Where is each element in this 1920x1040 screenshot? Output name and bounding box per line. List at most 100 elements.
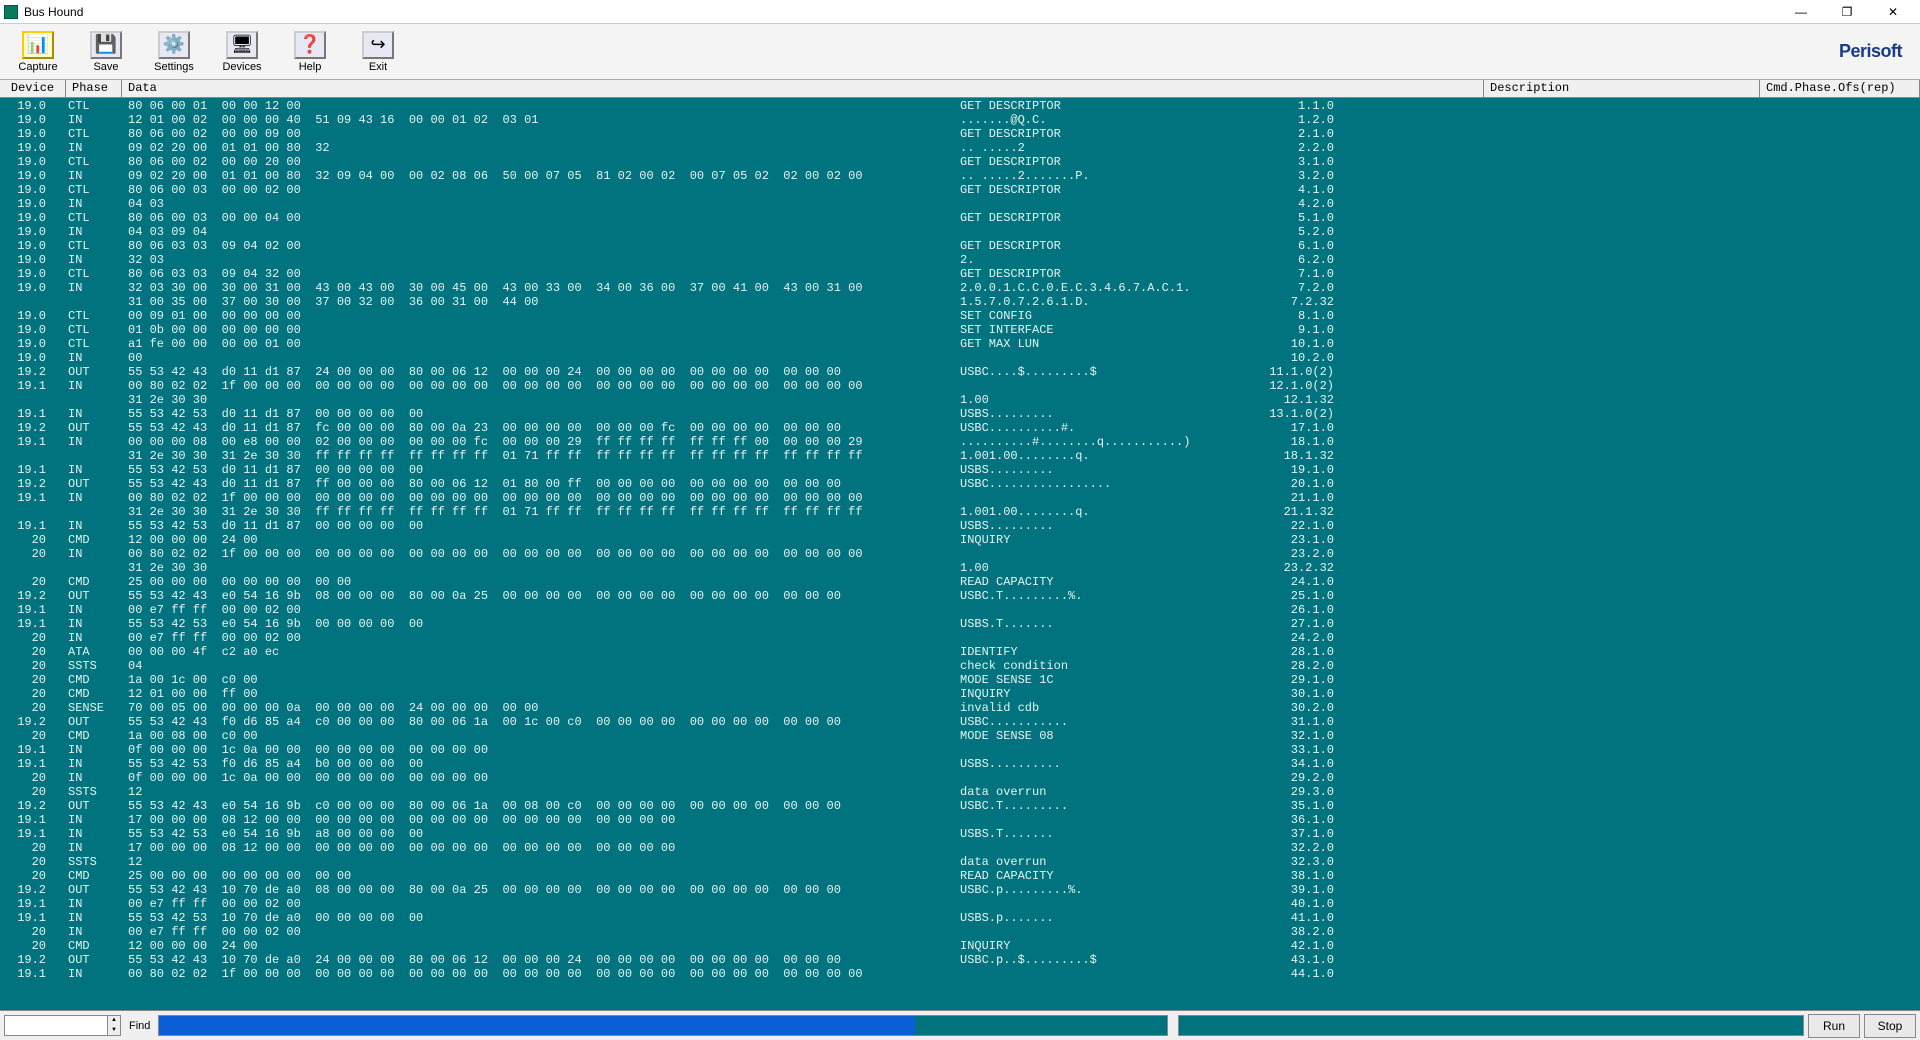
cell-phase: IN: [66, 281, 122, 295]
table-row[interactable]: 20SSTS04check condition28.2.0: [0, 659, 1920, 673]
table-row[interactable]: 19.1IN55 53 42 53 d0 11 d1 87 00 00 00 0…: [0, 407, 1920, 421]
table-row[interactable]: 19.1IN17 00 00 00 08 12 00 00 00 00 00 0…: [0, 813, 1920, 827]
minimize-button[interactable]: —: [1778, 1, 1824, 23]
chevron-down-icon[interactable]: ▼: [108, 1026, 120, 1036]
capture-grid[interactable]: 19.0CTL80 06 00 01 00 00 12 00GET DESCRI…: [0, 98, 1920, 1010]
table-row[interactable]: 19.1IN55 53 42 53 e0 54 16 9b a8 00 00 0…: [0, 827, 1920, 841]
table-row[interactable]: 20CMD25 00 00 00 00 00 00 00 00 00READ C…: [0, 575, 1920, 589]
table-row[interactable]: 19.0IN09 02 20 00 01 01 00 80 32 09 04 0…: [0, 169, 1920, 183]
table-row[interactable]: 20IN00 e7 ff ff 00 00 02 0024.2.0: [0, 631, 1920, 645]
table-row[interactable]: 19.0CTL80 06 00 02 00 00 20 00GET DESCRI…: [0, 155, 1920, 169]
capture-button[interactable]: 📊 Capture: [6, 29, 70, 75]
cell-phase: CMD: [66, 687, 122, 701]
table-row[interactable]: 31 00 35 00 37 00 30 00 37 00 32 00 36 0…: [0, 295, 1920, 309]
table-row[interactable]: 19.1IN00 80 02 02 1f 00 00 00 00 00 00 0…: [0, 967, 1920, 981]
table-row[interactable]: 19.2OUT55 53 42 43 f0 d6 85 a4 c0 00 00 …: [0, 715, 1920, 729]
table-row[interactable]: 20CMD12 00 00 00 24 00INQUIRY42.1.0: [0, 939, 1920, 953]
cell-device: 19.0: [0, 337, 66, 351]
table-row[interactable]: 19.2OUT55 53 42 43 d0 11 d1 87 fc 00 00 …: [0, 421, 1920, 435]
cell-device: 19.0: [0, 239, 66, 253]
col-device[interactable]: Device: [0, 80, 66, 97]
col-cmd-phase-ofs[interactable]: Cmd.Phase.Ofs(rep): [1760, 80, 1920, 97]
table-row[interactable]: 19.1IN55 53 42 53 d0 11 d1 87 00 00 00 0…: [0, 519, 1920, 533]
table-row[interactable]: 19.0CTL80 06 03 03 09 04 02 00GET DESCRI…: [0, 239, 1920, 253]
table-row[interactable]: 20SENSE70 00 05 00 00 00 00 0a 00 00 00 …: [0, 701, 1920, 715]
cell-phase: CMD: [66, 533, 122, 547]
col-description[interactable]: Description: [1484, 80, 1760, 97]
table-row[interactable]: 19.0CTL80 06 03 03 09 04 32 00GET DESCRI…: [0, 267, 1920, 281]
table-row[interactable]: 19.1IN00 e7 ff ff 00 00 02 0026.1.0: [0, 603, 1920, 617]
table-row[interactable]: 19.2OUT55 53 42 43 10 70 de a0 08 00 00 …: [0, 883, 1920, 897]
table-row[interactable]: 19.0IN12 01 00 02 00 00 00 40 51 09 43 1…: [0, 113, 1920, 127]
table-row[interactable]: 19.0IN32 032.6.2.0: [0, 253, 1920, 267]
table-row[interactable]: 31 2e 30 30 31 2e 30 30 ff ff ff ff ff f…: [0, 449, 1920, 463]
settings-label: Settings: [154, 61, 194, 73]
devices-button[interactable]: 🖥 Devices: [210, 29, 274, 75]
table-row[interactable]: 19.1IN00 80 02 02 1f 00 00 00 00 00 00 0…: [0, 379, 1920, 393]
table-row[interactable]: 19.0CTL00 09 01 00 00 00 00 00SET CONFIG…: [0, 309, 1920, 323]
table-row[interactable]: 20IN0f 00 00 00 1c 0a 00 00 00 00 00 00 …: [0, 771, 1920, 785]
table-row[interactable]: 31 2e 30 301.0012.1.32: [0, 393, 1920, 407]
close-button[interactable]: ✕: [1870, 1, 1916, 23]
table-row[interactable]: 19.2OUT55 53 42 43 e0 54 16 9b 08 00 00 …: [0, 589, 1920, 603]
cell-phase: OUT: [66, 799, 122, 813]
table-row[interactable]: 19.1IN55 53 42 53 f0 d6 85 a4 b0 00 00 0…: [0, 757, 1920, 771]
cell-description: [958, 491, 1234, 505]
settings-button[interactable]: ⚙️ Settings: [142, 29, 206, 75]
table-row[interactable]: 19.1IN00 00 00 08 00 e8 00 00 02 00 00 0…: [0, 435, 1920, 449]
save-button[interactable]: 💾 Save: [74, 29, 138, 75]
table-row[interactable]: 20SSTS12data overrun32.3.0: [0, 855, 1920, 869]
table-row[interactable]: 19.0IN09 02 20 00 01 01 00 80 32.. .....…: [0, 141, 1920, 155]
table-row[interactable]: 19.0CTL01 0b 00 00 00 00 00 00SET INTERF…: [0, 323, 1920, 337]
cell-cmd-phase-ofs: 18.1.0: [1234, 435, 1394, 449]
line-number-spinner[interactable]: ▲ ▼: [107, 1015, 121, 1036]
table-row[interactable]: 19.0CTL80 06 00 03 00 00 04 00GET DESCRI…: [0, 211, 1920, 225]
table-row[interactable]: 19.0CTL80 06 00 02 00 00 09 00GET DESCRI…: [0, 127, 1920, 141]
chevron-up-icon[interactable]: ▲: [108, 1016, 120, 1026]
table-row[interactable]: 19.0CTL80 06 00 01 00 00 12 00GET DESCRI…: [0, 99, 1920, 113]
table-row[interactable]: 19.0IN04 03 09 045.2.0: [0, 225, 1920, 239]
table-row[interactable]: 19.0IN0010.2.0: [0, 351, 1920, 365]
table-row[interactable]: 19.2OUT55 53 42 43 10 70 de a0 24 00 00 …: [0, 953, 1920, 967]
cell-description: USBC.p..$.........$: [958, 953, 1234, 967]
cell-phase: CTL: [66, 211, 122, 225]
col-data[interactable]: Data: [122, 80, 1484, 97]
table-row[interactable]: 19.2OUT55 53 42 43 e0 54 16 9b c0 00 00 …: [0, 799, 1920, 813]
table-row[interactable]: 19.1IN00 80 02 02 1f 00 00 00 00 00 00 0…: [0, 491, 1920, 505]
stop-button[interactable]: Stop: [1864, 1014, 1916, 1038]
table-row[interactable]: 20IN00 80 02 02 1f 00 00 00 00 00 00 00 …: [0, 547, 1920, 561]
table-row[interactable]: 19.1IN0f 00 00 00 1c 0a 00 00 00 00 00 0…: [0, 743, 1920, 757]
table-row[interactable]: 20CMD1a 00 08 00 c0 00MODE SENSE 0832.1.…: [0, 729, 1920, 743]
run-button[interactable]: Run: [1808, 1014, 1860, 1038]
table-row[interactable]: 20IN17 00 00 00 08 12 00 00 00 00 00 00 …: [0, 841, 1920, 855]
cell-device: 19.0: [0, 183, 66, 197]
table-row[interactable]: 20ATA00 00 00 4f c2 a0 ecIDENTIFY28.1.0: [0, 645, 1920, 659]
table-row[interactable]: 20CMD12 00 00 00 24 00INQUIRY23.1.0: [0, 533, 1920, 547]
cell-cmd-phase-ofs: 44.1.0: [1234, 967, 1394, 981]
table-row[interactable]: 19.0IN04 034.2.0: [0, 197, 1920, 211]
table-row[interactable]: 19.0CTL80 06 00 03 00 00 02 00GET DESCRI…: [0, 183, 1920, 197]
line-number-input[interactable]: [4, 1015, 108, 1036]
cell-phase: OUT: [66, 477, 122, 491]
exit-button[interactable]: ↪ Exit: [346, 29, 410, 75]
table-row[interactable]: 19.1IN55 53 42 53 e0 54 16 9b 00 00 00 0…: [0, 617, 1920, 631]
table-row[interactable]: 20CMD12 01 00 00 ff 00INQUIRY30.1.0: [0, 687, 1920, 701]
table-row[interactable]: 19.2OUT55 53 42 43 d0 11 d1 87 ff 00 00 …: [0, 477, 1920, 491]
table-row[interactable]: 20CMD25 00 00 00 00 00 00 00 00 00READ C…: [0, 869, 1920, 883]
cell-data: 25 00 00 00 00 00 00 00 00 00: [122, 575, 958, 589]
table-row[interactable]: 19.1IN55 53 42 53 10 70 de a0 00 00 00 0…: [0, 911, 1920, 925]
table-row[interactable]: 20IN00 e7 ff ff 00 00 02 0038.2.0: [0, 925, 1920, 939]
table-row[interactable]: 19.1IN55 53 42 53 d0 11 d1 87 00 00 00 0…: [0, 463, 1920, 477]
col-phase[interactable]: Phase: [66, 80, 122, 97]
table-row[interactable]: 19.0IN32 03 30 00 30 00 31 00 43 00 43 0…: [0, 281, 1920, 295]
table-row[interactable]: 19.2OUT55 53 42 43 d0 11 d1 87 24 00 00 …: [0, 365, 1920, 379]
table-row[interactable]: 20SSTS12data overrun29.3.0: [0, 785, 1920, 799]
table-row[interactable]: 31 2e 30 30 31 2e 30 30 ff ff ff ff ff f…: [0, 505, 1920, 519]
table-row[interactable]: 31 2e 30 301.0023.2.32: [0, 561, 1920, 575]
maximize-button[interactable]: ❐: [1824, 1, 1870, 23]
help-button[interactable]: ❓ Help: [278, 29, 342, 75]
table-row[interactable]: 19.1IN00 e7 ff ff 00 00 02 0040.1.0: [0, 897, 1920, 911]
table-row[interactable]: 19.0CTLa1 fe 00 00 00 00 01 00GET MAX LU…: [0, 337, 1920, 351]
cell-data: 17 00 00 00 08 12 00 00 00 00 00 00 00 0…: [122, 813, 958, 827]
table-row[interactable]: 20CMD1a 00 1c 00 c0 00MODE SENSE 1C29.1.…: [0, 673, 1920, 687]
